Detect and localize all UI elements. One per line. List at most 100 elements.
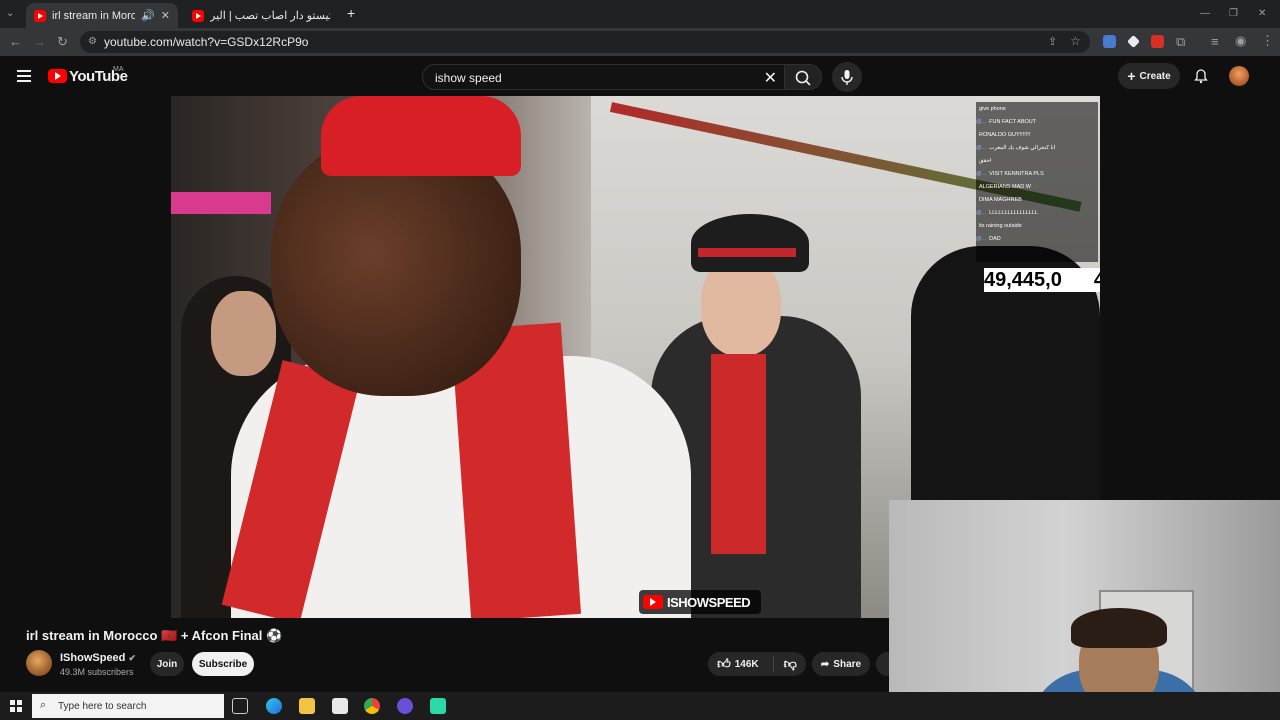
plus-icon: + xyxy=(1127,68,1136,84)
close-window-icon[interactable]: ✕ xyxy=(1258,6,1266,22)
youtube-favicon-icon xyxy=(192,9,204,22)
restore-icon[interactable]: ❐ xyxy=(1229,6,1238,22)
account-avatar[interactable] xyxy=(1229,66,1249,86)
chat-text: DAD xyxy=(989,236,1001,242)
more-actions-button[interactable] xyxy=(876,652,890,676)
stream-chat-overlay: give phone @... FUN FACT ABOUT RONALDO GUY!… xyxy=(976,102,1098,262)
speaker-icon[interactable]: 🔊 xyxy=(141,9,155,22)
menu-kebab-icon[interactable]: ⋮ xyxy=(1261,33,1274,49)
edge-browser-icon[interactable] xyxy=(266,698,282,714)
taskbar-search-box[interactable]: ⌕ Type here to search xyxy=(32,694,224,718)
chat-text: give phone xyxy=(979,106,1006,112)
chat-message: @... LLLLLLLLLLLLLLLL xyxy=(976,210,1038,216)
app-active-icon[interactable] xyxy=(430,698,446,714)
search-button[interactable] xyxy=(784,64,822,90)
train-sign xyxy=(171,192,271,214)
media-control-icon[interactable]: ≡ xyxy=(1211,34,1219,50)
task-view-icon[interactable] xyxy=(232,698,248,714)
omnibox[interactable]: ⚙ youtube.com/watch?v=GSDx12RcP9o ⇪ ☆ xyxy=(80,31,1090,53)
hostess-cap xyxy=(691,214,809,272)
clear-search-icon[interactable]: ✕ xyxy=(764,68,777,88)
channel-name[interactable]: IShowSpeed ✔ xyxy=(60,652,136,664)
chat-message: give phone xyxy=(976,106,1006,112)
chat-text: FUN FACT ABOUT xyxy=(989,119,1037,125)
thumbs-up-icon: 👍︎ xyxy=(717,656,731,671)
install-icon[interactable]: ⇪ xyxy=(1048,34,1057,50)
taskbar-search-placeholder: Type here to search xyxy=(58,701,147,712)
chat-message: ALGERIANS MAD W xyxy=(976,184,1031,190)
chat-username: @... xyxy=(976,119,987,125)
youtube-logo-icon xyxy=(643,595,663,609)
minimize-icon[interactable]: — xyxy=(1200,6,1210,22)
chat-username: @... xyxy=(976,236,987,242)
site-info-icon[interactable]: ⚙ xyxy=(88,34,97,50)
tab-title: عمر تيستو دار اصاب تصب | الير xyxy=(210,10,330,22)
new-tab-button[interactable]: + xyxy=(347,5,355,21)
verified-badge-icon: ✔ xyxy=(128,653,137,663)
windows-start-icon[interactable] xyxy=(10,700,22,712)
file-explorer-icon[interactable] xyxy=(299,698,315,714)
webcam-overlay xyxy=(889,500,1280,720)
reload-icon[interactable]: ↻ xyxy=(57,34,68,50)
tab-arabic-video[interactable]: عمر تيستو دار اصاب تصب | الير xyxy=(184,3,338,28)
view-counter-overlay: 49,445,04 xyxy=(984,268,1100,292)
share-label: Share xyxy=(833,658,862,670)
chat-message: @... انا كنجرالي شوف بك المغرب xyxy=(976,145,1055,151)
search-input[interactable]: ishow speed ✕ xyxy=(422,64,786,90)
chat-message: its raining outside xyxy=(976,223,1022,229)
search-query[interactable]: ishow speed xyxy=(435,71,502,85)
dislike-button[interactable]: 👎︎ xyxy=(774,656,797,672)
search-icon: ⌕ xyxy=(40,699,47,711)
chat-message: RONALDO GUY!!!!!!! xyxy=(976,132,1030,138)
share-button[interactable]: ➦ Share xyxy=(812,652,870,676)
share-icon: ➦ xyxy=(820,658,830,670)
extension-diamond-icon[interactable] xyxy=(1127,35,1140,48)
address-bar-row: ← → ↻ ⚙ youtube.com/watch?v=GSDx12RcP9o … xyxy=(0,28,1280,56)
close-tab-icon[interactable]: ✕ xyxy=(161,9,170,22)
notifications-bell-icon[interactable] xyxy=(1193,68,1209,89)
chat-text: its raining outside xyxy=(979,223,1022,229)
video-title: irl stream in Morocco 🇲🇦 + Afcon Final ⚽ xyxy=(26,628,283,643)
chat-message: DIMA MAGHREB xyxy=(976,197,1022,203)
subscribe-button[interactable]: Subscribe xyxy=(192,652,254,676)
country-code: MA xyxy=(113,66,124,73)
translate-extension-icon[interactable] xyxy=(1103,35,1116,48)
chat-text: احقق xyxy=(979,158,992,164)
youtube-logo-icon[interactable] xyxy=(48,69,67,83)
like-dislike-group: 👍︎ 146K 👎︎ xyxy=(708,652,806,676)
chat-text: DIMA MAGHREB xyxy=(979,197,1022,203)
discord-icon[interactable] xyxy=(397,698,413,714)
forward-icon[interactable]: → xyxy=(33,34,46,50)
extension-red-icon[interactable] xyxy=(1151,35,1164,48)
chat-message: @... FUN FACT ABOUT xyxy=(976,119,1036,125)
chat-text: انا كنجرالي شوف بك المغرب xyxy=(989,145,1056,151)
extensions-puzzle-icon[interactable]: ⧉ xyxy=(1176,34,1185,50)
tab-search-icon[interactable]: ⌄ xyxy=(6,6,14,22)
create-button[interactable]: + Create xyxy=(1118,63,1180,89)
chat-text: ALGERIANS MAD W xyxy=(979,184,1031,190)
chrome-icon[interactable] xyxy=(364,698,380,714)
voice-search-button[interactable] xyxy=(832,62,862,92)
url-text[interactable]: youtube.com/watch?v=GSDx12RcP9o xyxy=(104,35,308,49)
streamer-red-hat xyxy=(321,96,521,176)
channel-name-text[interactable]: IShowSpeed xyxy=(60,652,125,664)
bookmark-star-icon[interactable]: ☆ xyxy=(1070,33,1081,49)
tab-title: irl stream in Morocco 🇲🇦 + xyxy=(52,10,136,22)
chat-text: LLLLLLLLLLLLLLLL xyxy=(989,210,1039,216)
store-icon[interactable] xyxy=(332,698,348,714)
woman-left-face xyxy=(211,291,276,376)
chat-username: @... xyxy=(976,145,987,151)
webcam-person-hair xyxy=(1071,608,1167,648)
hostess-scarf xyxy=(711,354,766,554)
chat-username: @... xyxy=(976,171,987,177)
watermark-text: ISHOWSPEED xyxy=(667,594,751,610)
like-button[interactable]: 👍︎ 146K xyxy=(717,656,774,672)
tab-youtube-stream[interactable]: irl stream in Morocco 🇲🇦 + 🔊 ✕ xyxy=(26,3,178,28)
create-label: Create xyxy=(1139,70,1171,82)
join-button[interactable]: Join xyxy=(150,652,184,676)
channel-avatar[interactable] xyxy=(26,650,52,676)
chat-text: VISIT KENNITRA PLS xyxy=(989,171,1044,177)
profile-icon[interactable]: ◉ xyxy=(1235,33,1246,49)
back-icon[interactable]: ← xyxy=(9,34,22,50)
hamburger-menu-icon[interactable] xyxy=(17,70,31,82)
